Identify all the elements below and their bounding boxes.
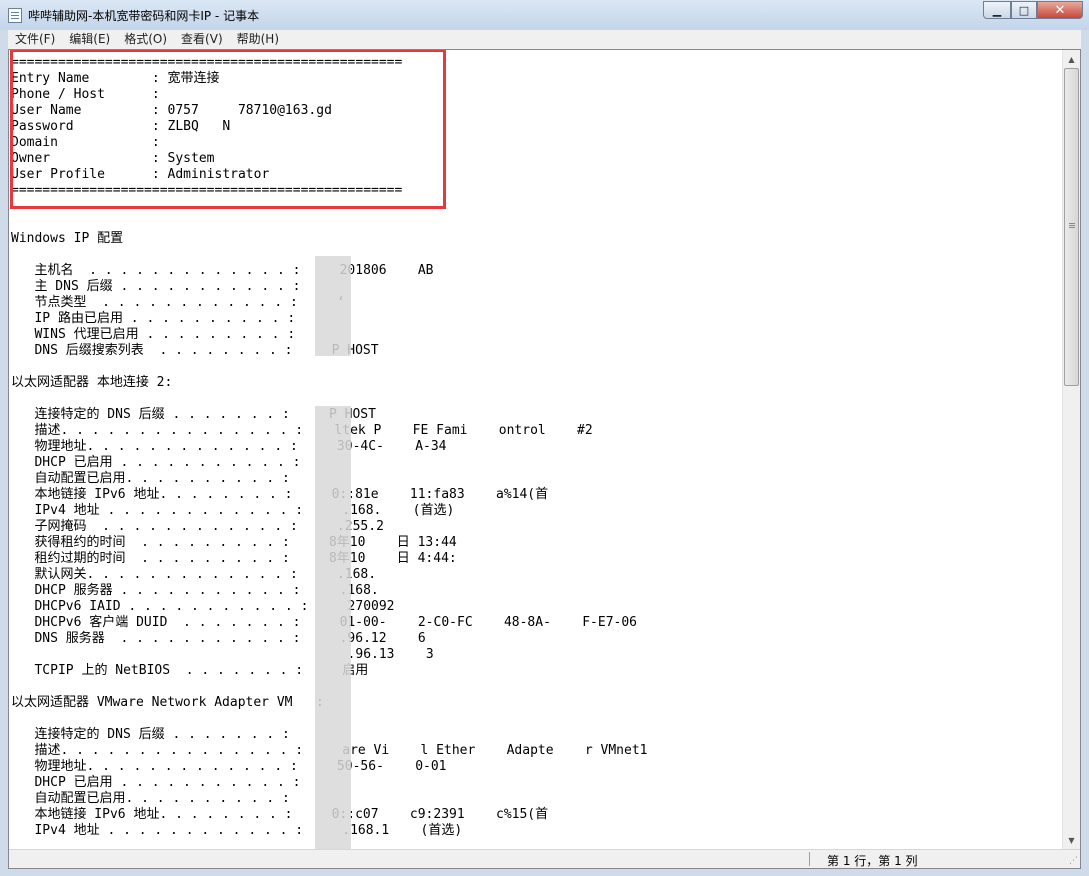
text-line: 主 DNS 后缀 . . . . . . . . . . . : <box>11 279 301 294</box>
document-text[interactable]: ========================================… <box>9 50 1062 839</box>
text-line: IPv4 地址 . . . . . . . . . . . . : .168. … <box>11 503 455 518</box>
text-line: 本地链接 IPv6 地址. . . . . . . . : 0::81e 11:… <box>11 487 549 502</box>
text-line: Windows IP 配置 <box>11 231 124 246</box>
title-bar[interactable]: 哔哔辅助网-本机宽带密码和网卡IP - 记事本 ▁ □ ✕ <box>0 0 1089 30</box>
editor-client: ========================================… <box>8 49 1081 869</box>
minimize-icon: ▁ <box>992 3 1002 17</box>
text-line: 物理地址. . . . . . . . . . . . . : 30-4C- A… <box>11 439 447 454</box>
maximize-button[interactable]: □ <box>1011 1 1037 19</box>
menu-help[interactable]: 帮助(H) <box>230 30 286 49</box>
window-title: 哔哔辅助网-本机宽带密码和网卡IP - 记事本 <box>28 9 260 23</box>
text-line: Entry Name : 宽带连接 <box>11 71 220 86</box>
scroll-thumb[interactable] <box>1064 68 1079 386</box>
text-line: 节点类型 . . . . . . . . . . . . : ‘ <box>11 295 345 310</box>
text-line: DNS 服务器 . . . . . . . . . . . : .96.12 6 <box>11 631 426 646</box>
text-line: ========================================… <box>11 183 403 198</box>
resize-grip-icon[interactable]: ⋰ <box>1069 856 1078 866</box>
text-line: WINS 代理已启用 . . . . . . . . . : <box>11 327 296 342</box>
vertical-scrollbar[interactable]: ▲ ▼ <box>1062 50 1080 849</box>
text-line: Domain : <box>11 135 160 150</box>
redaction-blur <box>315 256 351 356</box>
text-line: Password : ZLBQ N <box>11 119 231 134</box>
text-line: 自动配置已启用. . . . . . . . . . : <box>11 791 290 806</box>
window-controls: ▁ □ ✕ <box>983 1 1083 19</box>
menu-view[interactable]: 查看(V) <box>174 30 230 49</box>
text-line: ========================================… <box>11 55 403 70</box>
text-line: Owner : System <box>11 151 215 166</box>
menu-file[interactable]: 文件(F) <box>8 30 62 49</box>
text-line: 自动配置已启用. . . . . . . . . . : <box>11 471 290 486</box>
maximize-icon: □ <box>1018 3 1030 17</box>
status-divider <box>809 852 810 866</box>
text-line: .96.13 3 <box>11 647 434 662</box>
text-line: 描述. . . . . . . . . . . . . . . : ltek P… <box>11 423 593 438</box>
cursor-position: 第 1 行，第 1 列 <box>827 854 918 868</box>
scroll-down-icon[interactable]: ▼ <box>1064 832 1079 848</box>
menu-format[interactable]: 格式(O) <box>117 30 174 49</box>
text-line: Phone / Host : <box>11 87 160 102</box>
text-line: 本地链接 IPv6 地址. . . . . . . . : 0::c07 c9:… <box>11 807 549 822</box>
text-line: 获得租约的时间 . . . . . . . . . : 8年10 日 13:44 <box>11 535 457 550</box>
text-line: 以太网适配器 本地连接 2: <box>11 375 173 390</box>
text-line: 物理地址. . . . . . . . . . . . . : 50-56- 0… <box>11 759 447 774</box>
redaction-blur <box>315 406 351 849</box>
menu-bar: 文件(F) 编辑(E) 格式(O) 查看(V) 帮助(H) <box>8 30 1081 49</box>
notepad-window: 哔哔辅助网-本机宽带密码和网卡IP - 记事本 ▁ □ ✕ 文件(F) 编辑(E… <box>0 0 1089 876</box>
text-line: DHCP 已启用 . . . . . . . . . . . : <box>11 775 301 790</box>
text-line: User Name : 0757 78710@163.gd <box>11 103 332 118</box>
text-line: 租约过期的时间 . . . . . . . . . : 8年10 日 4:44: <box>11 551 457 566</box>
status-bar: 第 1 行，第 1 列 ⋰ <box>9 849 1080 868</box>
text-line: DHCP 已启用 . . . . . . . . . . . : <box>11 455 301 470</box>
close-icon: ✕ <box>1054 2 1066 18</box>
menu-edit[interactable]: 编辑(E) <box>62 30 117 49</box>
close-button[interactable]: ✕ <box>1037 1 1083 19</box>
minimize-button[interactable]: ▁ <box>983 1 1011 19</box>
text-line: 主机名 . . . . . . . . . . . . . : 201806 A… <box>11 263 434 278</box>
notepad-icon[interactable] <box>8 8 22 23</box>
text-line: 以太网适配器 VMware Network Adapter VM : <box>11 695 324 710</box>
text-line: IPv4 地址 . . . . . . . . . . . . : .168.1… <box>11 823 463 838</box>
scroll-up-icon[interactable]: ▲ <box>1064 51 1079 67</box>
text-editor[interactable]: ========================================… <box>9 50 1062 849</box>
text-line: User Profile : Administrator <box>11 167 270 182</box>
text-line: IP 路由已启用 . . . . . . . . . . : <box>11 311 296 326</box>
text-line: 连接特定的 DNS 后缀 . . . . . . . : <box>11 727 290 742</box>
